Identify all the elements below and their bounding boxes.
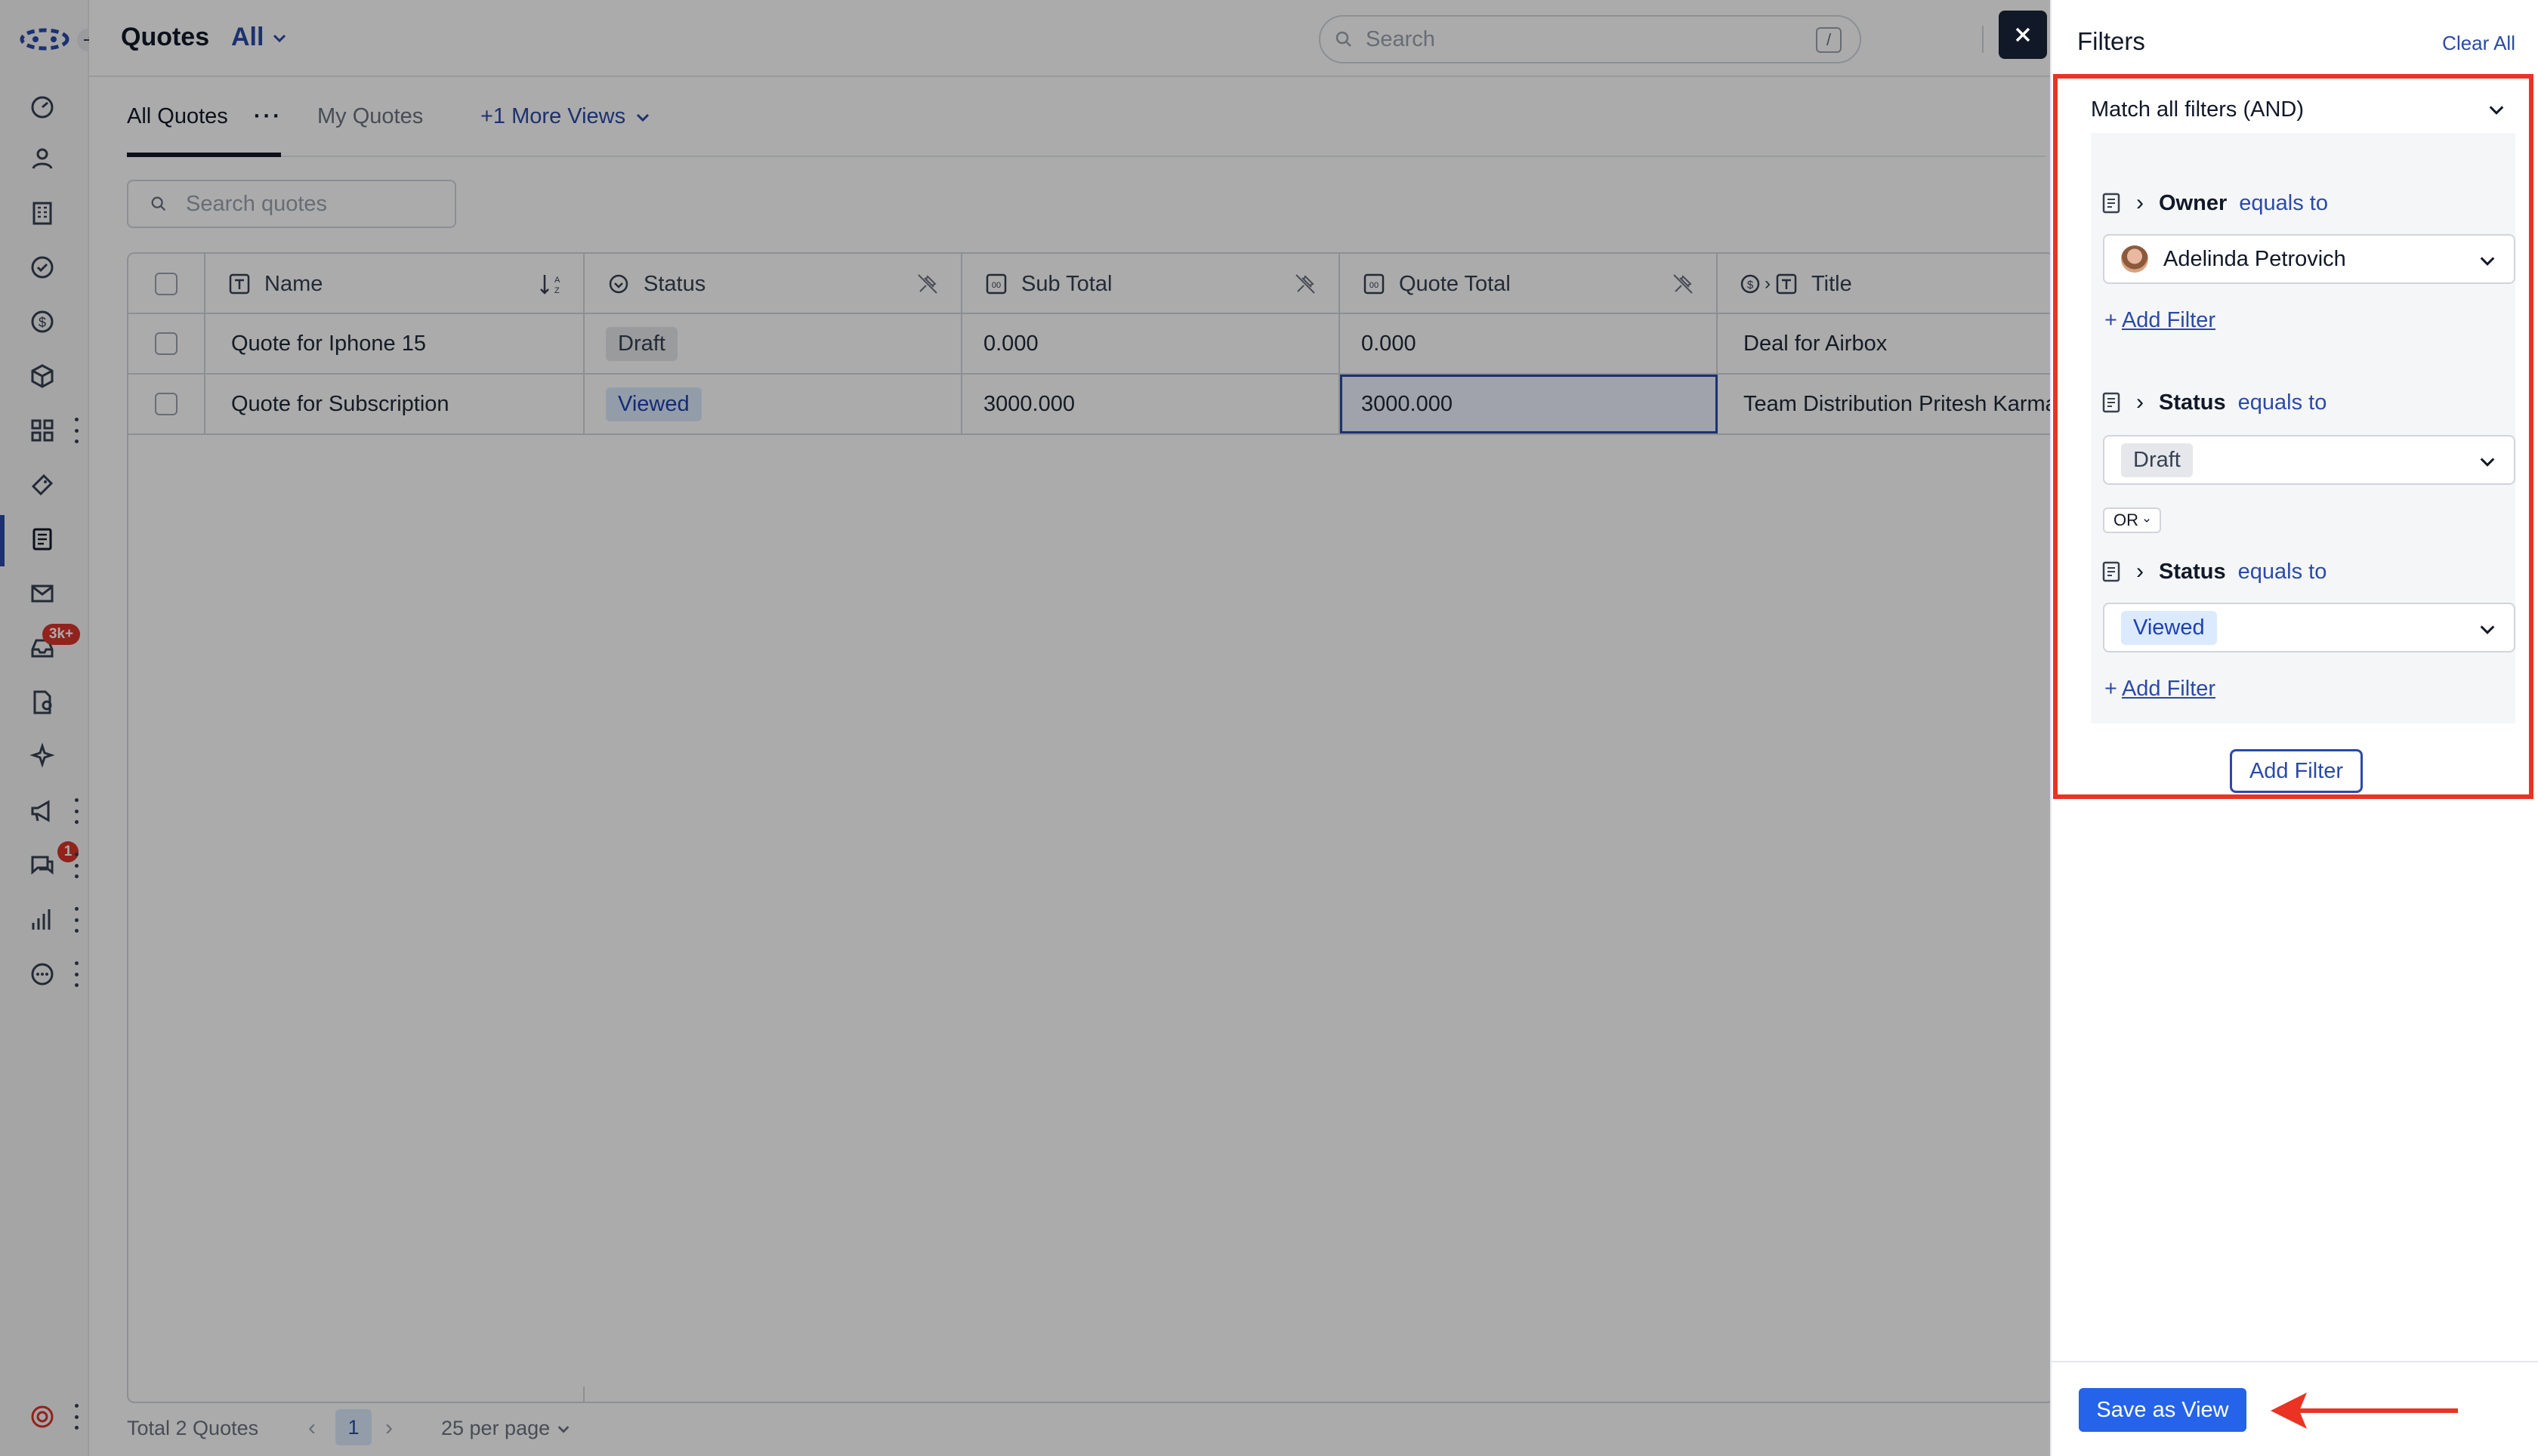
annotation-highlight-box [2053, 74, 2533, 799]
modal-backdrop[interactable] [0, 0, 2050, 1456]
annotation-arrow-icon [2271, 1393, 2458, 1429]
close-icon [2015, 27, 2030, 42]
clear-all-link[interactable]: Clear All [2442, 32, 2515, 55]
save-as-view-button[interactable]: Save as View [2079, 1388, 2246, 1432]
close-panel-button[interactable] [1999, 11, 2047, 59]
filters-title: Filters [2077, 27, 2145, 55]
panel-footer-divider [2050, 1361, 2538, 1362]
